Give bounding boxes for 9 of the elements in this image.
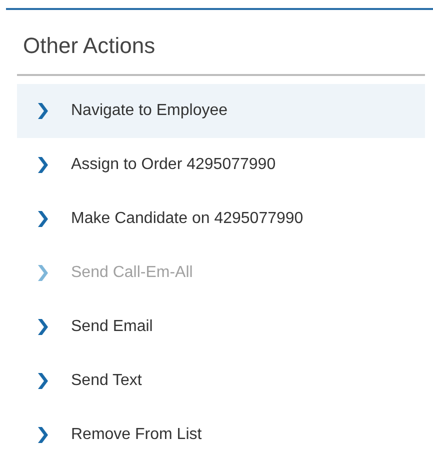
chevron-icon [37, 265, 48, 281]
panel-title: Other Actions [22, 32, 156, 60]
chevron-icon [37, 211, 48, 227]
chevron-icon [37, 319, 48, 335]
chevron-icon [37, 157, 48, 173]
chevron-icon [37, 373, 48, 389]
chevron-icon [37, 103, 48, 119]
action-item[interactable]: Navigate to Employee [17, 84, 425, 138]
chevron-icon [37, 427, 48, 443]
